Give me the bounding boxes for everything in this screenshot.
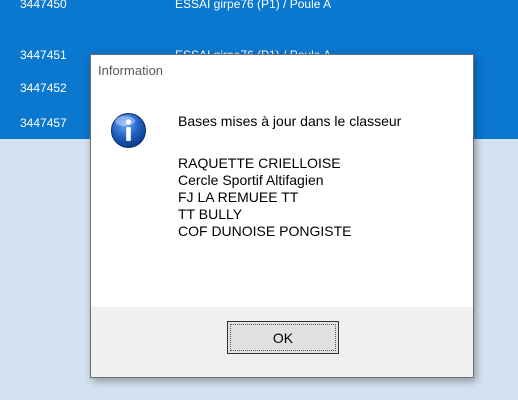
dialog-message: Bases mises à jour dans le classeur <box>178 113 402 129</box>
list-item: RAQUETTE CRIELLOISE <box>178 155 341 171</box>
information-dialog: Information Bases mises à jour dans le c… <box>90 54 474 378</box>
ok-button[interactable]: OK <box>227 321 339 354</box>
list-item: FJ LA REMUEE TT <box>178 189 299 205</box>
row-id: 3447452 <box>20 81 67 95</box>
info-icon <box>111 113 146 148</box>
club-list: RAQUETTE CRIELLOISE Cercle Sportif Altif… <box>178 155 351 240</box>
list-item: COF DUNOISE PONGISTE <box>178 223 352 239</box>
row-id: 3447450 <box>20 0 67 11</box>
dialog-titlebar[interactable]: Information <box>91 55 473 86</box>
row-id: 3447451 <box>20 48 67 62</box>
list-item: Cercle Sportif Altifagien <box>178 172 324 188</box>
list-item: TT BULLY <box>178 206 243 222</box>
list-row[interactable]: 3447450 ESSAI girpe76 (P1) / Poule A <box>0 0 518 16</box>
row-text: ESSAI girpe76 (P1) / Poule A <box>175 0 332 11</box>
dialog-title: Information <box>98 63 164 78</box>
row-id: 3447457 <box>20 116 67 130</box>
